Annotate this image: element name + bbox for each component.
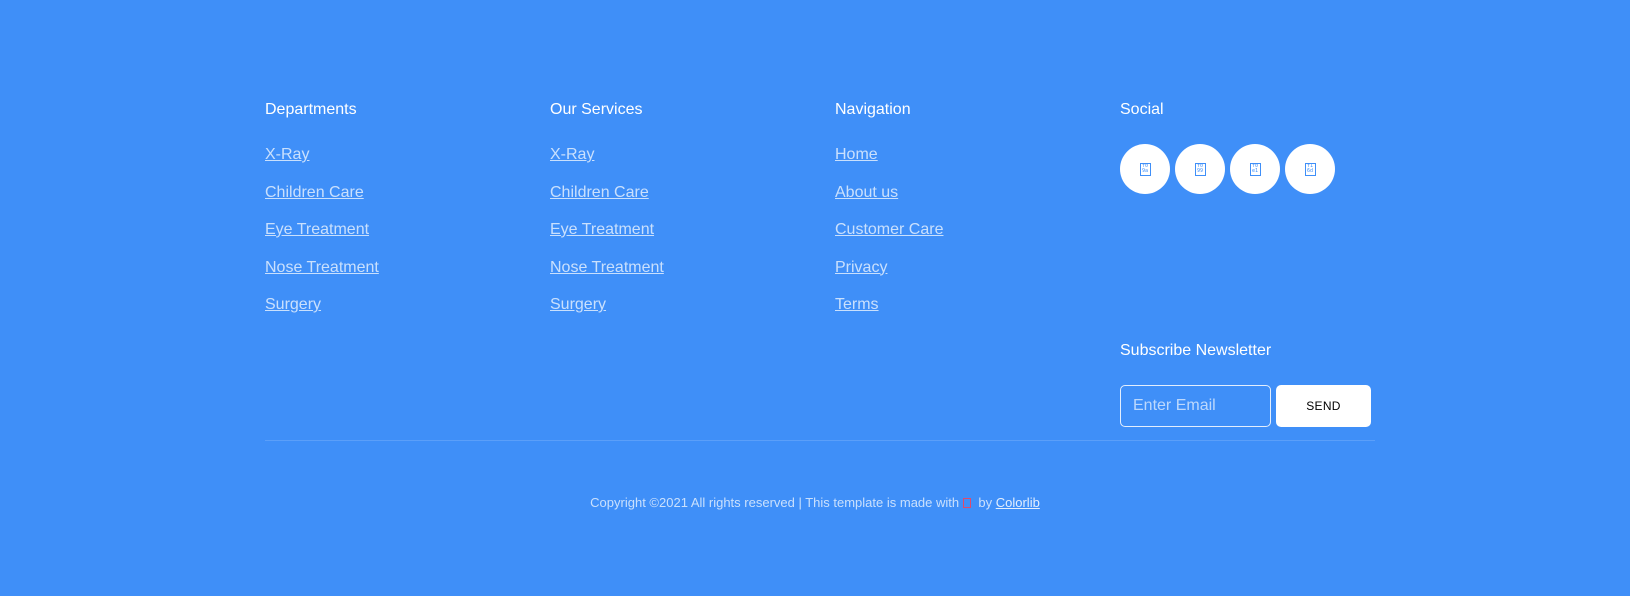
linkedin-icon: f0 e1 [1249, 162, 1261, 176]
social-icons: f0 9a f0 99 f0 e1 f1 6d [1120, 144, 1375, 194]
services-link-nose-treatment[interactable]: Nose Treatment [550, 259, 664, 276]
instagram-icon: f1 6d [1304, 162, 1316, 176]
services-title: Our Services [550, 101, 643, 118]
departments-column: Departments X-Ray Children Care Eye Trea… [265, 100, 535, 333]
services-link-surgery[interactable]: Surgery [550, 296, 606, 313]
list-item: Eye Treatment [550, 220, 820, 258]
list-item: Privacy [835, 258, 1105, 296]
copyright-text: Copyright ©2021 All rights reserved | Th… [590, 495, 960, 510]
list-item: Surgery [265, 295, 535, 333]
departments-list: X-Ray Children Care Eye Treatment Nose T… [265, 145, 535, 333]
footer-divider [265, 440, 1375, 441]
list-item: Nose Treatment [550, 258, 820, 296]
list-item: About us [835, 183, 1105, 221]
facebook-icon: f0 9a [1139, 162, 1151, 176]
departments-link-xray[interactable]: X-Ray [265, 146, 309, 163]
departments-link-surgery[interactable]: Surgery [265, 296, 321, 313]
social-column: Social f0 9a f0 99 f0 e1 f1 6d Subscribe New… [1120, 100, 1375, 427]
nav-link-customer-care[interactable]: Customer Care [835, 221, 943, 238]
navigation-title: Navigation [835, 101, 911, 118]
nav-link-home[interactable]: Home [835, 146, 878, 163]
copyright: Copyright ©2021 All rights reserved | Th… [0, 495, 1630, 511]
nav-link-privacy[interactable]: Privacy [835, 259, 887, 276]
departments-title: Departments [265, 101, 357, 118]
list-item: Children Care [550, 183, 820, 221]
services-list: X-Ray Children Care Eye Treatment Nose T… [550, 145, 820, 333]
instagram-button[interactable]: f1 6d [1285, 144, 1335, 194]
nav-link-terms[interactable]: Terms [835, 296, 879, 313]
navigation-column: Navigation Home About us Customer Care P… [835, 100, 1105, 333]
services-link-children-care[interactable]: Children Care [550, 184, 649, 201]
list-item: Home [835, 145, 1105, 183]
services-link-eye-treatment[interactable]: Eye Treatment [550, 221, 654, 238]
departments-link-nose-treatment[interactable]: Nose Treatment [265, 259, 379, 276]
copyright-by: by [978, 495, 993, 510]
list-item: X-Ray [265, 145, 535, 183]
colorlib-link[interactable]: Colorlib [996, 495, 1040, 510]
services-column: Our Services X-Ray Children Care Eye Tre… [550, 100, 820, 333]
footer-top: Departments X-Ray Children Care Eye Trea… [265, 0, 1375, 441]
newsletter-title: Subscribe Newsletter [1120, 342, 1272, 359]
twitter-button[interactable]: f0 99 [1175, 144, 1225, 194]
list-item: Eye Treatment [265, 220, 535, 258]
linkedin-button[interactable]: f0 e1 [1230, 144, 1280, 194]
list-item: Terms [835, 295, 1105, 333]
departments-link-children-care[interactable]: Children Care [265, 184, 364, 201]
list-item: Customer Care [835, 220, 1105, 258]
nav-link-about[interactable]: About us [835, 184, 898, 201]
send-button[interactable]: SEND [1276, 385, 1371, 427]
services-link-xray[interactable]: X-Ray [550, 146, 594, 163]
list-item: Children Care [265, 183, 535, 221]
twitter-icon: f0 99 [1194, 162, 1206, 176]
email-input[interactable] [1120, 385, 1271, 427]
social-title: Social [1120, 101, 1164, 118]
facebook-button[interactable]: f0 9a [1120, 144, 1170, 194]
list-item: Surgery [550, 295, 820, 333]
departments-link-eye-treatment[interactable]: Eye Treatment [265, 221, 369, 238]
list-item: X-Ray [550, 145, 820, 183]
heart-icon [962, 498, 971, 508]
newsletter-form: SEND [1120, 385, 1371, 427]
list-item: Nose Treatment [265, 258, 535, 296]
navigation-list: Home About us Customer Care Privacy Term… [835, 145, 1105, 333]
